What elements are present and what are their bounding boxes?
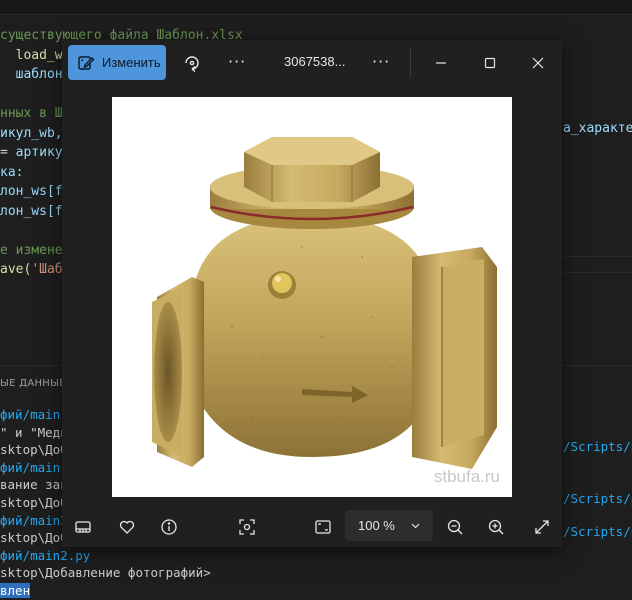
bottom-toolbar: 100 % [62, 507, 562, 547]
terminal-token: sktop\Добавление фотографий> [0, 565, 211, 581]
terminal-line: влен [0, 582, 211, 600]
terminal-token: sktop\Доб [0, 530, 68, 546]
rotate-icon[interactable] [180, 51, 204, 75]
code-token: = [0, 145, 16, 160]
divider [563, 272, 632, 273]
terminal-token: влен [0, 582, 31, 598]
code-token: лон_ws[f [0, 203, 63, 219]
more-icon[interactable]: ··· [372, 52, 390, 71]
visual-search-icon[interactable] [235, 515, 259, 539]
image-watermark: stbufa.ru [433, 467, 500, 486]
terminal-token: sktop\Доб [0, 494, 68, 510]
file-name: 3067538... [284, 54, 346, 69]
chevron-down-icon [410, 519, 421, 534]
minimize-icon[interactable] [429, 51, 453, 75]
heart-icon[interactable] [115, 515, 139, 539]
zoom-level-select[interactable]: 100 % [345, 510, 433, 541]
code-fragment-right: а_характе [563, 121, 632, 136]
maximize-icon[interactable] [478, 51, 502, 75]
code-token: икул_wb, [0, 125, 63, 141]
toolbar-separator [410, 48, 411, 78]
terminal-fragment-right: /Scripts/py [563, 524, 632, 539]
terminal-fragment-right: /Scripts/py [563, 439, 632, 454]
editor-tab-bar [0, 0, 632, 15]
code-token: е измене [0, 242, 63, 258]
edit-icon [77, 54, 95, 72]
more-icon[interactable]: ··· [228, 52, 246, 71]
brass-check-valve-image [152, 137, 497, 469]
terminal-token: фий/main2.py [0, 547, 91, 563]
terminal-token: sktop\Доб [0, 442, 68, 458]
code-token: лон_ws[f [0, 184, 63, 199]
fit-to-window-icon[interactable] [311, 515, 335, 539]
fullscreen-icon[interactable] [530, 515, 554, 539]
filmstrip-icon[interactable] [71, 515, 95, 539]
terminal-token: фий/main. [0, 459, 68, 475]
close-icon[interactable] [526, 51, 550, 75]
zoom-level: 100 % [358, 518, 395, 533]
code-token: 'Шаб [31, 262, 63, 277]
terminal-token: вание зав [0, 477, 68, 493]
code-token: артику [15, 145, 63, 160]
terminal-fragment-right: /Scripts/py [563, 491, 632, 506]
photo-viewer-window: Изменить ··· 3067538... ··· stbufa.ru 10… [62, 40, 562, 547]
terminal-token: " и "Меди [0, 424, 68, 440]
zoom-out-icon[interactable] [443, 515, 467, 539]
terminal-line: фий/main2.py [0, 547, 211, 565]
code-token: нных в Ш [0, 106, 63, 121]
photo-image: stbufa.ru [112, 97, 512, 497]
terminal-token: фий/main. [0, 407, 68, 422]
code-token: ка: [0, 164, 24, 180]
terminal-token: фий/main2 [0, 512, 68, 528]
edit-button-label: Изменить [102, 55, 161, 70]
title-bar: Изменить ··· 3067538... ··· [62, 40, 562, 85]
divider [563, 256, 632, 257]
edit-button[interactable]: Изменить [68, 45, 166, 80]
info-icon[interactable] [157, 515, 181, 539]
code-token: ave( [0, 262, 32, 277]
zoom-in-icon[interactable] [484, 515, 508, 539]
panel-tab-output[interactable]: ЫЕ ДАННЫЕ [0, 378, 66, 389]
terminal-line: sktop\Добавление фотографий> [0, 564, 211, 582]
